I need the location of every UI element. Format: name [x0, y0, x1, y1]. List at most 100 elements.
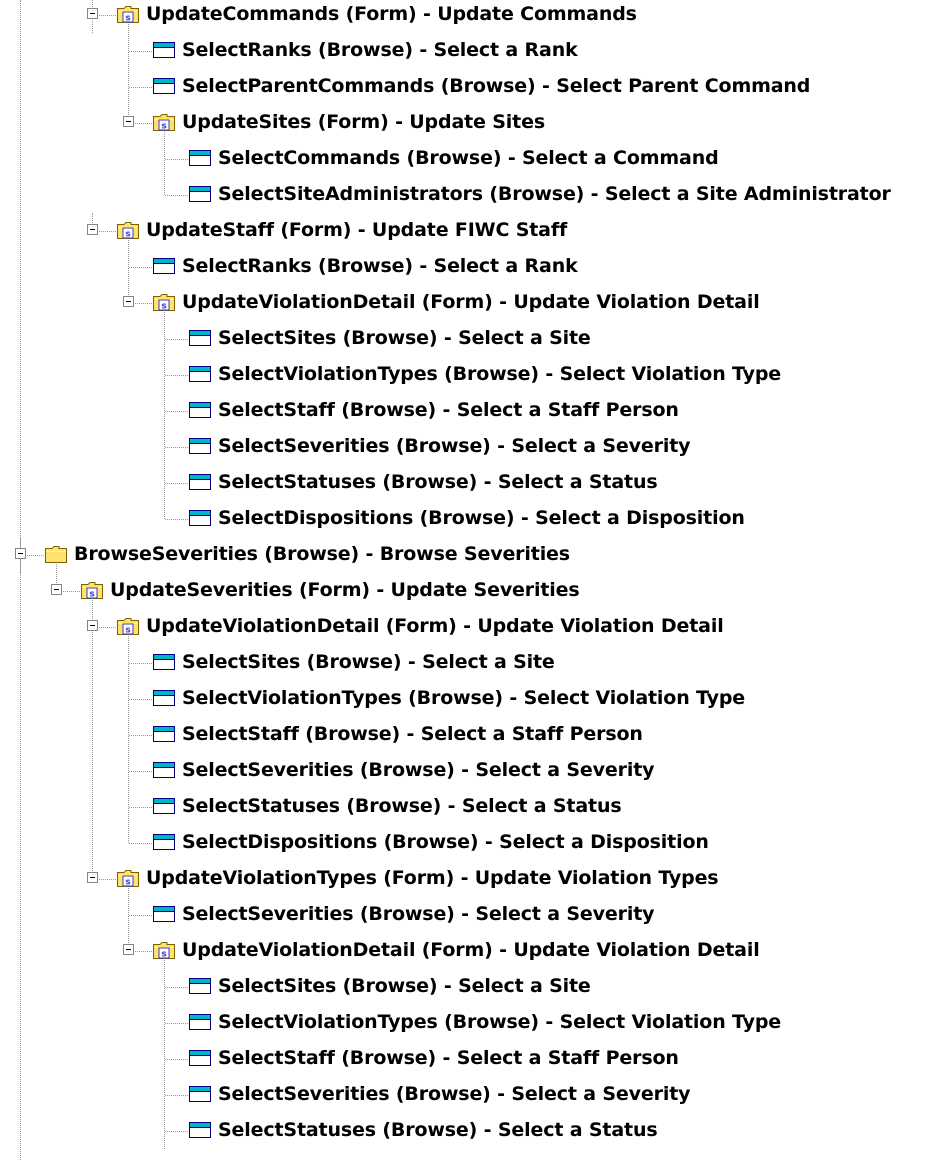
tree-item-browse[interactable]: SelectCommands (Browse) - Select a Comma…	[0, 141, 941, 177]
tree-item-label[interactable]: SelectSeverities (Browse) - Select a Sev…	[182, 897, 655, 933]
collapse-toggle-icon[interactable]	[87, 872, 98, 883]
tree-item-browse[interactable]: SelectDispositions (Browse) - Select a D…	[0, 501, 941, 537]
tree-item-label[interactable]: UpdateViolationDetail (Form) - Update Vi…	[182, 285, 760, 321]
tree-item-browse[interactable]: SelectStaff (Browse) - Select a Staff Pe…	[0, 1041, 941, 1077]
collapse-toggle-icon[interactable]	[123, 944, 134, 955]
svg-text:s: s	[125, 626, 130, 636]
tree-item-form[interactable]: s UpdateStaff (Form) - Update FIWC Staff	[0, 213, 941, 249]
tree-item-label[interactable]: SelectSeverities (Browse) - Select a Sev…	[182, 753, 655, 789]
tree-item-browse[interactable]: SelectStatuses (Browse) - Select a Statu…	[0, 789, 941, 825]
tree-item-label[interactable]: SelectSites (Browse) - Select a Site	[218, 969, 591, 1005]
svg-text:s: s	[125, 878, 130, 888]
browse-window-icon	[152, 75, 176, 97]
folder-icon	[44, 543, 68, 565]
svg-text:s: s	[161, 950, 166, 960]
tree-view[interactable]: s UpdateCommands (Form) - Update Commands…	[0, 0, 941, 1160]
tree-item-browse[interactable]: SelectDispositions (Browse) - Select a D…	[0, 825, 941, 861]
collapse-toggle-icon[interactable]	[87, 8, 98, 19]
tree-item-browse[interactable]: SelectViolationTypes (Browse) - Select V…	[0, 681, 941, 717]
tree-item-browse[interactable]: SelectSeverities (Browse) - Select a Sev…	[0, 429, 941, 465]
collapse-toggle-icon[interactable]	[87, 620, 98, 631]
browse-window-icon	[188, 363, 212, 385]
tree-item-form[interactable]: s UpdateSeverities (Form) - Update Severi…	[0, 573, 941, 609]
browse-window-icon	[152, 723, 176, 745]
tree-item-browse[interactable]: SelectSeverities (Browse) - Select a Sev…	[0, 1077, 941, 1113]
tree-item-browse[interactable]: SelectStaff (Browse) - Select a Staff Pe…	[0, 393, 941, 429]
tree-item-browse[interactable]: SelectParentCommands (Browse) - Select P…	[0, 69, 941, 105]
tree-item-label[interactable]: SelectSeverities (Browse) - Select a Sev…	[218, 429, 691, 465]
tree-item-label[interactable]: SelectStatuses (Browse) - Select a Statu…	[218, 465, 658, 501]
tree-item-browse[interactable]: SelectStatuses (Browse) - Select a Statu…	[0, 1113, 941, 1149]
form-folder-icon: s	[116, 867, 140, 889]
tree-item-browse[interactable]: SelectSeverities (Browse) - Select a Sev…	[0, 897, 941, 933]
tree-item-label[interactable]: BrowseSeverities (Browse) - Browse Sever…	[74, 537, 570, 573]
tree-item-label[interactable]: SelectSites (Browse) - Select a Site	[218, 321, 591, 357]
collapse-toggle-icon[interactable]	[51, 584, 62, 595]
tree-item-form[interactable]: s UpdateViolationDetail (Form) - Update V…	[0, 285, 941, 321]
tree-item-label[interactable]: SelectViolationTypes (Browse) - Select V…	[182, 681, 745, 717]
browse-window-icon	[152, 759, 176, 781]
browse-window-icon	[188, 507, 212, 529]
tree-item-label[interactable]: UpdateCommands (Form) - Update Commands	[146, 0, 637, 33]
tree-item-label[interactable]: UpdateSites (Form) - Update Sites	[182, 105, 545, 141]
tree-item-label[interactable]: SelectViolationTypes (Browse) - Select V…	[218, 1005, 781, 1041]
tree-item-label[interactable]: UpdateViolationDetail (Form) - Update Vi…	[146, 609, 724, 645]
tree-item-label[interactable]: SelectStaff (Browse) - Select a Staff Pe…	[218, 1041, 679, 1077]
tree-item-label[interactable]: SelectParentCommands (Browse) - Select P…	[182, 69, 810, 105]
tree-item-label[interactable]: SelectStaff (Browse) - Select a Staff Pe…	[218, 393, 679, 429]
tree-item-label[interactable]: UpdateSeverities (Form) - Update Severit…	[110, 573, 580, 609]
tree-item-label[interactable]: SelectStatuses (Browse) - Select a Statu…	[182, 789, 622, 825]
tree-item-label[interactable]: SelectSites (Browse) - Select a Site	[182, 645, 555, 681]
tree-item-label[interactable]: SelectDispositions (Browse) - Select a D…	[182, 825, 709, 861]
browse-window-icon	[152, 39, 176, 61]
tree-item-label[interactable]: SelectRanks (Browse) - Select a Rank	[182, 33, 578, 69]
collapse-toggle-icon[interactable]	[15, 548, 26, 559]
browse-window-icon	[152, 255, 176, 277]
tree-item-label[interactable]: UpdateStaff (Form) - Update FIWC Staff	[146, 213, 567, 249]
browse-window-icon	[188, 147, 212, 169]
tree-item-browse[interactable]: SelectSiteAdministrators (Browse) - Sele…	[0, 177, 941, 213]
browse-window-icon	[188, 399, 212, 421]
browse-window-icon	[152, 687, 176, 709]
browse-window-icon	[188, 1083, 212, 1105]
tree-item-browse[interactable]: SelectSites (Browse) - Select a Site	[0, 321, 941, 357]
browse-window-icon	[152, 651, 176, 673]
tree-item-browse[interactable]: SelectRanks (Browse) - Select a Rank	[0, 249, 941, 285]
browse-window-icon	[152, 831, 176, 853]
tree-item-form[interactable]: s UpdateViolationTypes (Form) - Update Vi…	[0, 861, 941, 897]
tree-item-form[interactable]: s UpdateViolationDetail (Form) - Update V…	[0, 609, 941, 645]
tree-item-label[interactable]: UpdateViolationDetail (Form) - Update Vi…	[182, 933, 760, 969]
form-folder-icon: s	[152, 111, 176, 133]
tree-item-browse[interactable]: SelectSeverities (Browse) - Select a Sev…	[0, 753, 941, 789]
svg-text:s: s	[125, 230, 130, 240]
collapse-toggle-icon[interactable]	[123, 116, 134, 127]
tree-item-browse[interactable]: SelectViolationTypes (Browse) - Select V…	[0, 357, 941, 393]
tree-item-form[interactable]: s UpdateCommands (Form) - Update Commands	[0, 0, 941, 33]
tree-item-browse[interactable]: SelectSites (Browse) - Select a Site	[0, 969, 941, 1005]
browse-window-icon	[188, 471, 212, 493]
tree-item-browse[interactable]: SelectViolationTypes (Browse) - Select V…	[0, 1005, 941, 1041]
browse-window-icon	[188, 1047, 212, 1069]
tree-item-browse[interactable]: SelectSites (Browse) - Select a Site	[0, 645, 941, 681]
form-folder-icon: s	[152, 291, 176, 313]
tree-item-label[interactable]: SelectSiteAdministrators (Browse) - Sele…	[218, 177, 891, 213]
tree-item-label[interactable]: SelectStatuses (Browse) - Select a Statu…	[218, 1113, 658, 1149]
tree-item-browse[interactable]: SelectRanks (Browse) - Select a Rank	[0, 33, 941, 69]
tree-item-browse[interactable]: SelectStatuses (Browse) - Select a Statu…	[0, 465, 941, 501]
svg-text:s: s	[89, 590, 94, 600]
form-folder-icon: s	[152, 939, 176, 961]
tree-item-label[interactable]: UpdateViolationTypes (Form) - Update Vio…	[146, 861, 719, 897]
collapse-toggle-icon[interactable]	[123, 296, 134, 307]
tree-item-label[interactable]: SelectStaff (Browse) - Select a Staff Pe…	[182, 717, 643, 753]
tree-item-form[interactable]: s UpdateSites (Form) - Update Sites	[0, 105, 941, 141]
tree-item-folder[interactable]: BrowseSeverities (Browse) - Browse Sever…	[0, 537, 941, 573]
tree-item-form[interactable]: s UpdateViolationDetail (Form) - Update V…	[0, 933, 941, 969]
tree-item-label[interactable]: SelectRanks (Browse) - Select a Rank	[182, 249, 578, 285]
tree-item-browse[interactable]: SelectStaff (Browse) - Select a Staff Pe…	[0, 717, 941, 753]
tree-item-label[interactable]: SelectCommands (Browse) - Select a Comma…	[218, 141, 719, 177]
tree-item-label[interactable]: SelectViolationTypes (Browse) - Select V…	[218, 357, 781, 393]
tree-item-label[interactable]: SelectSeverities (Browse) - Select a Sev…	[218, 1077, 691, 1113]
collapse-toggle-icon[interactable]	[87, 224, 98, 235]
tree-item-label[interactable]: SelectDispositions (Browse) - Select a D…	[218, 501, 745, 537]
browse-window-icon	[152, 795, 176, 817]
